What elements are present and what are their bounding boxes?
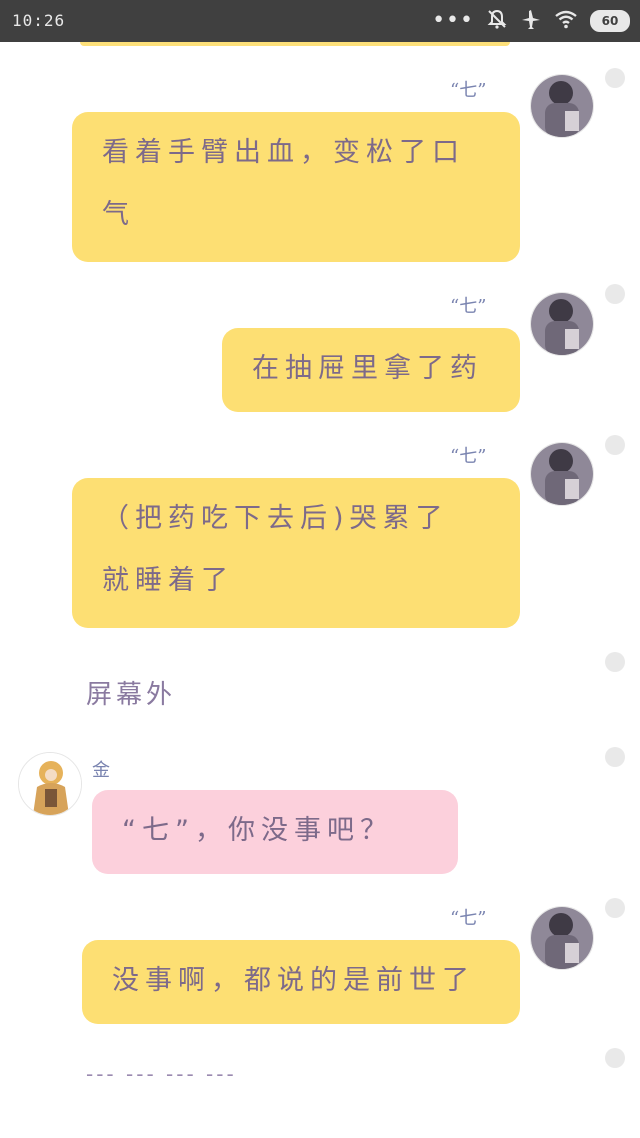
battery-icon: 60 [590,10,630,32]
message-text-line: 没事啊，都说的是前世了 [112,965,475,996]
avatar[interactable] [530,292,594,356]
message-text-line: 气 [102,199,135,230]
status-icons: ••• 60 [432,8,630,34]
sender-name: 金 [92,760,110,781]
select-dot[interactable] [605,68,625,88]
message-bubble[interactable]: 没事啊，都说的是前世了 [82,940,520,1024]
narration-text: 屏幕外 [86,680,177,710]
message-text-line: “七”，你没事吧？ [122,815,393,846]
bell-muted-icon [486,8,508,34]
divider-text: --- --- --- --- [86,1062,237,1086]
previous-bubble-edge [80,42,510,46]
wifi-icon [554,9,578,33]
select-dot[interactable] [605,1048,625,1068]
sender-name: “七” [450,296,487,317]
avatar[interactable] [530,906,594,970]
message-bubble[interactable]: “七”，你没事吧？ [92,790,458,874]
message-bubble[interactable]: 看着手臂出血，变松了口 气 [72,112,520,262]
select-dot[interactable] [605,284,625,304]
airplane-icon [520,8,542,34]
sender-name: “七” [450,446,487,467]
sender-name: “七” [450,80,487,101]
more-dots-icon: ••• [432,8,474,33]
select-dot[interactable] [605,898,625,918]
message-text-line: 在抽屉里拿了药 [252,353,483,384]
sender-name: “七” [450,908,487,929]
message-bubble[interactable]: （把药吃下去后)哭累了 就睡着了 [72,478,520,628]
message-text-line: （把药吃下去后)哭累了 [102,503,449,534]
status-time: 10:26 [12,11,66,30]
chat-area[interactable]: “七” 看着手臂出血，变松了口 气 “七” 在抽屉里拿了药 “七” （把药吃下去… [0,42,640,1138]
select-dot[interactable] [605,435,625,455]
message-bubble[interactable]: 在抽屉里拿了药 [222,328,520,412]
message-text-line: 就睡着了 [102,565,234,596]
avatar[interactable] [530,74,594,138]
select-dot[interactable] [605,747,625,767]
message-text-line: 看着手臂出血，变松了口 [102,137,465,168]
select-dot[interactable] [605,652,625,672]
status-bar: 10:26 ••• 60 [0,0,640,42]
avatar[interactable] [530,442,594,506]
avatar[interactable] [18,752,82,816]
